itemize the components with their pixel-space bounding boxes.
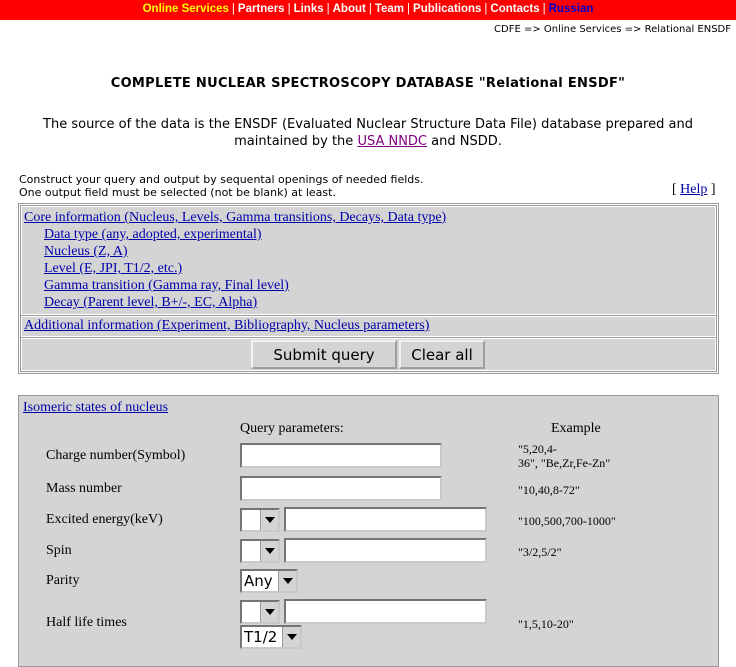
nav-separator: | — [368, 3, 372, 15]
intro-prefix: maintained by the — [234, 134, 358, 149]
chevron-down-icon — [260, 602, 278, 622]
data-type-link[interactable]: Data type (any, adopted, experimental) — [44, 227, 262, 243]
spin-input[interactable] — [284, 538, 487, 563]
query-parameters-header: Query parameters: — [240, 421, 344, 436]
help-bracket-open: [ — [672, 182, 677, 197]
nucleus-link[interactable]: Nucleus (Z, A) — [44, 244, 128, 260]
half-life-operator-select[interactable] — [240, 600, 280, 624]
mass-number-input[interactable] — [240, 476, 442, 501]
spin-operator-select[interactable] — [240, 539, 280, 563]
charge-number-input[interactable] — [240, 443, 442, 468]
nav-separator: | — [542, 3, 546, 15]
chevron-down-icon — [260, 541, 278, 561]
core-information-row: Core information (Nucleus, Levels, Gamma… — [20, 205, 717, 316]
clear-all-button[interactable]: Clear all — [399, 340, 485, 369]
help-section: [ Help ] — [672, 182, 716, 198]
usa-nndc-link[interactable]: USA NNDC — [357, 134, 427, 149]
intro-line-2: maintained by the USA NNDC and NSDD. — [0, 133, 736, 150]
nav-publications[interactable]: Publications — [413, 3, 481, 15]
chevron-down-icon — [278, 571, 296, 591]
query-panel: Core information (Nucleus, Levels, Gamma… — [18, 203, 719, 374]
excited-energy-input[interactable] — [284, 507, 487, 532]
excited-energy-example: "100,500,700-1000" — [518, 514, 616, 528]
parity-selected-value: Any — [244, 572, 273, 590]
chevron-down-icon — [260, 510, 278, 530]
half-life-label: Half life times — [46, 615, 127, 630]
intro-line-1: The source of the data is the ENSDF (Eva… — [43, 117, 693, 132]
nav-links[interactable]: Links — [294, 3, 324, 15]
mass-number-label: Mass number — [46, 481, 122, 496]
instructions: Construct your query and output by seque… — [19, 173, 424, 199]
nav-separator: | — [231, 3, 235, 15]
page-title: COMPLETE NUCLEAR SPECTROSCOPY DATABASE "… — [110, 76, 626, 91]
half-life-example: "1,5,10-20" — [518, 617, 574, 631]
charge-number-example: "5,20,4- 36", "Be,Zr,Fe-Zn" — [518, 442, 610, 470]
level-link[interactable]: Level (E, JPI, T1/2, etc.) — [44, 261, 182, 277]
spin-example: "3/2,5/2" — [518, 545, 562, 559]
nav-separator: | — [326, 3, 330, 15]
mass-number-example: "10,40,8-72" — [518, 483, 580, 497]
instructions-line-1: Construct your query and output by seque… — [19, 173, 424, 186]
nav-team[interactable]: Team — [375, 3, 404, 15]
half-life-unit-value: T1/2 — [244, 628, 278, 646]
half-life-unit-select[interactable]: T1/2 — [240, 625, 302, 649]
nav-online-services[interactable]: Online Services — [143, 3, 229, 15]
button-row: Submit query Clear all — [20, 337, 717, 372]
nav-separator: | — [287, 3, 291, 15]
chevron-down-icon — [282, 627, 300, 647]
parity-label: Parity — [46, 573, 80, 588]
intro-text: The source of the data is the ENSDF (Eva… — [0, 116, 736, 150]
excited-energy-operator-select[interactable] — [240, 508, 280, 532]
charge-example-line-2: 36", "Be,Zr,Fe-Zn" — [518, 456, 611, 470]
gamma-transition-link[interactable]: Gamma transition (Gamma ray, Final level… — [44, 278, 289, 294]
additional-information-row: Additional information (Experiment, Bibl… — [20, 315, 717, 338]
parity-select[interactable]: Any — [240, 569, 298, 593]
submit-query-button[interactable]: Submit query — [251, 340, 397, 369]
top-navigation-bar: Online Services | Partners | Links | About | Tea… — [0, 0, 736, 20]
nav-contacts[interactable]: Contacts — [490, 3, 539, 15]
nav-separator: | — [407, 3, 411, 15]
nav-partners[interactable]: Partners — [238, 3, 285, 15]
decay-link[interactable]: Decay (Parent level, B+/-, EC, Alpha) — [44, 295, 257, 311]
excited-energy-label: Excited energy(keV) — [46, 512, 163, 527]
nav-russian[interactable]: Russian — [549, 3, 594, 15]
nav-about[interactable]: About — [333, 3, 366, 15]
charge-number-label: Charge number(Symbol) — [46, 448, 186, 463]
core-information-link[interactable]: Core information (Nucleus, Levels, Gamma… — [24, 210, 446, 226]
breadcrumb: CDFE => Online Services => Relational EN… — [494, 24, 731, 35]
spin-label: Spin — [46, 543, 72, 558]
help-link[interactable]: Help — [680, 182, 707, 197]
isomeric-states-link[interactable]: Isomeric states of nucleus — [23, 400, 168, 416]
help-bracket-close: ] — [710, 182, 716, 197]
additional-information-link[interactable]: Additional information (Experiment, Bibl… — [24, 318, 429, 334]
instructions-line-2: One output field must be selected (not b… — [19, 186, 336, 199]
charge-example-line-1: "5,20,4- — [518, 442, 557, 456]
isomeric-states-panel: Isomeric states of nucleus Query paramet… — [18, 395, 719, 667]
half-life-input[interactable] — [284, 599, 487, 624]
example-header: Example — [551, 421, 601, 436]
intro-suffix: and NSDD. — [427, 134, 502, 149]
